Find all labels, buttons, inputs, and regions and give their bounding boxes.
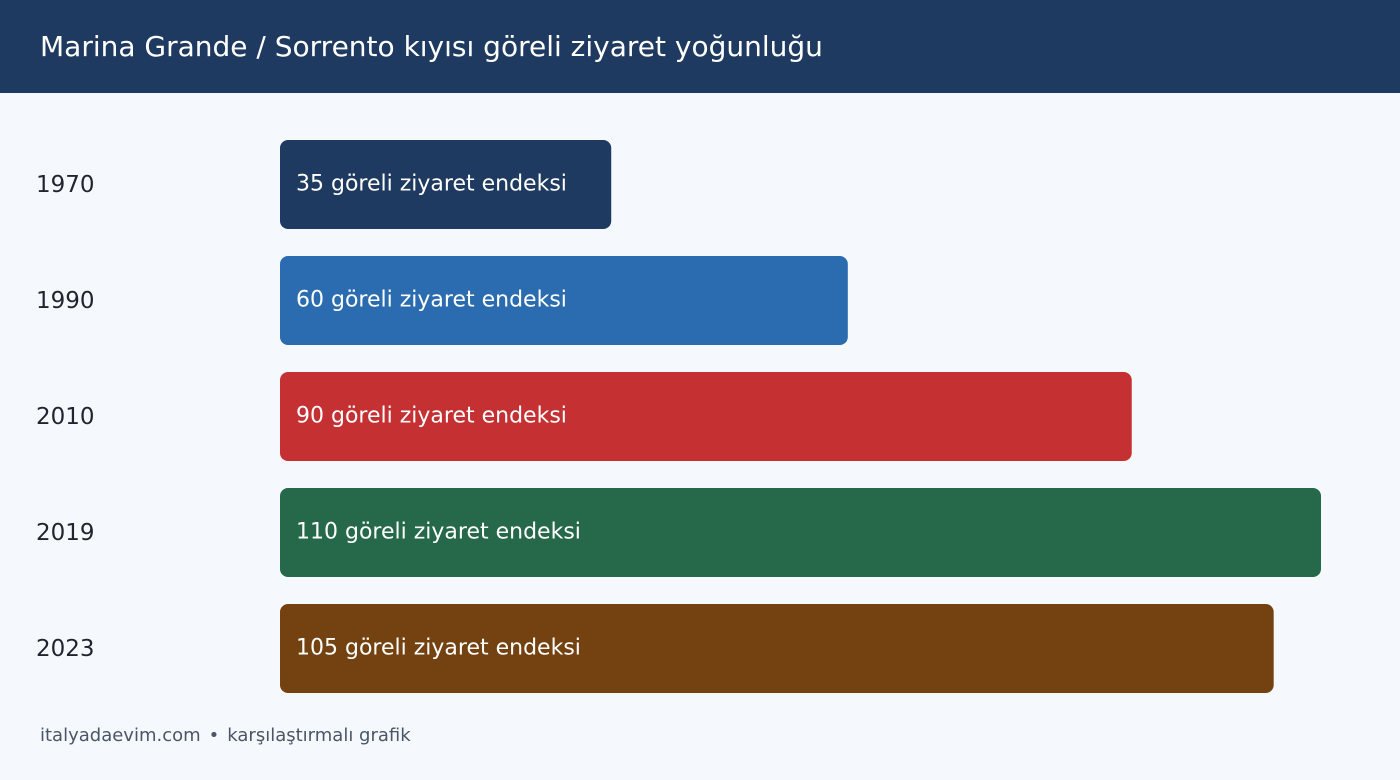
footer-caption: karşılaştırmalı grafik [227,725,411,746]
category-label: 2023 [36,636,95,662]
category-label: 2010 [36,404,95,430]
bar-value-label: 110 göreli ziyaret endeksi [296,520,581,545]
bar-value-label: 35 göreli ziyaret endeksi [296,172,567,197]
category-label: 2019 [36,520,95,546]
bar-value-label: 60 göreli ziyaret endeksi [296,288,567,313]
bar-value-label: 105 göreli ziyaret endeksi [296,636,581,661]
footer-site: italyadaevim.com [40,725,201,746]
page-title: Marina Grande / Sorrento kıyısı göreli z… [40,30,823,63]
header-bar: Marina Grande / Sorrento kıyısı göreli z… [0,0,1400,93]
category-label: 1970 [36,172,95,198]
category-label: 1990 [36,288,95,314]
footer-separator: • [208,725,220,746]
bar-value-label: 90 göreli ziyaret endeksi [296,404,567,429]
footer: italyadaevim.com • karşılaştırmalı grafik [40,722,411,750]
bar-chart: 1970 35 göreli ziyaret endeksi 1990 60 göre… [36,140,1321,693]
